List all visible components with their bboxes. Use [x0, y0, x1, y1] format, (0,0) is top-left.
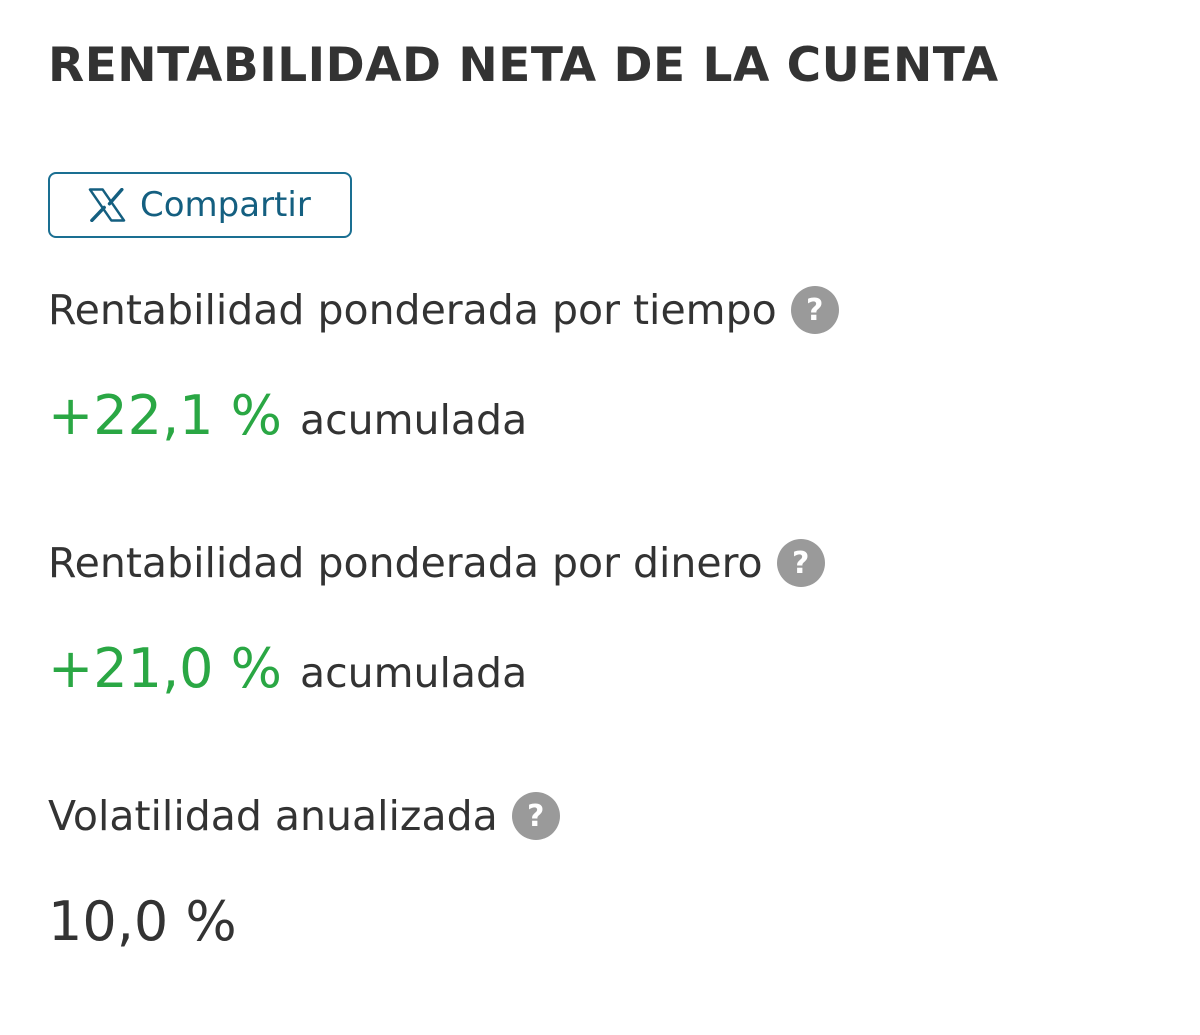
- help-icon[interactable]: ?: [776, 539, 825, 587]
- metric-time-weighted-label: Rentabilidad ponderada por tiempo: [48, 286, 777, 334]
- metric-money-weighted-value: +21,0 %: [48, 637, 282, 700]
- metric-money-weighted-suffix: acumulada: [299, 649, 528, 697]
- help-icon[interactable]: ?: [790, 286, 839, 334]
- metric-volatility-value-row: 10,0 %: [48, 890, 237, 953]
- metric-time-weighted-label-row: Rentabilidad ponderada por tiempo ?: [48, 286, 839, 334]
- help-icon[interactable]: ?: [511, 792, 560, 840]
- metric-volatility-value: 10,0 %: [48, 890, 237, 953]
- share-button-label: Compartir: [140, 185, 311, 225]
- metric-money-weighted-value-row: +21,0 % acumulada: [48, 637, 527, 700]
- metric-time-weighted-value: +22,1 %: [48, 384, 282, 447]
- metric-time-weighted-value-row: +22,1 % acumulada: [48, 384, 527, 447]
- metric-volatility-label: Volatilidad anualizada: [48, 792, 498, 840]
- metric-time-weighted-suffix: acumulada: [299, 396, 528, 444]
- metric-money-weighted-label: Rentabilidad ponderada por dinero: [48, 539, 763, 587]
- metric-money-weighted-label-row: Rentabilidad ponderada por dinero ?: [48, 539, 825, 587]
- metric-volatility-label-row: Volatilidad anualizada ?: [48, 792, 560, 840]
- x-logo-icon: [88, 188, 126, 222]
- account-returns-panel: RENTABILIDAD NETA DE LA CUENTA Compartir…: [48, 0, 1200, 1035]
- page-title: RENTABILIDAD NETA DE LA CUENTA: [48, 38, 999, 93]
- share-on-x-button[interactable]: Compartir: [48, 172, 352, 238]
